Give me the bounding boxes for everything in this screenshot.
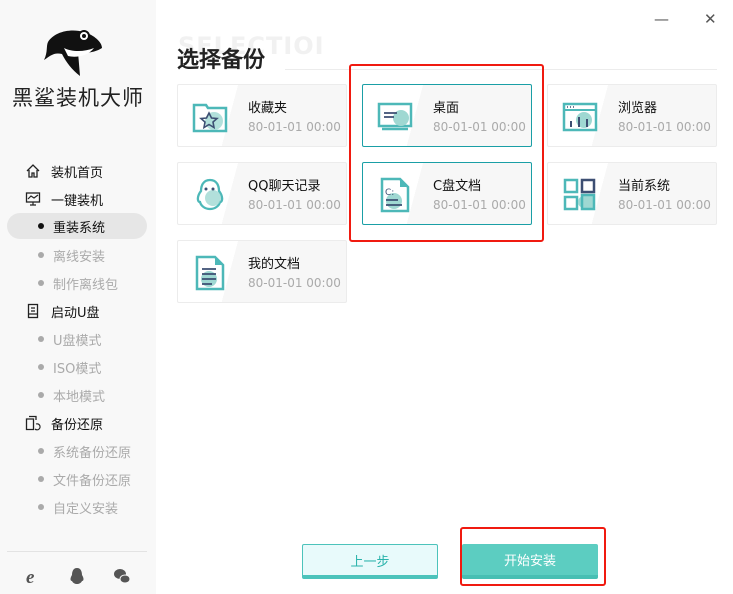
backup-card[interactable]: 收藏夹 80-01-01 00:00 [177, 84, 347, 147]
sidebar-item[interactable]: 系统备份还原 [0, 438, 156, 464]
bullet-icon [38, 476, 44, 482]
sidebar-item-label: 重装系统 [53, 220, 106, 236]
previous-step-button[interactable]: 上一步 [302, 544, 438, 579]
system-grid-icon [562, 177, 598, 213]
card-time: 80-01-01 00:00 [248, 276, 341, 290]
sidebar-item[interactable]: 一键装机 [0, 186, 156, 212]
backup-card[interactable]: 当前系统 80-01-01 00:00 [547, 162, 717, 225]
sidebar-item-label: 系统备份还原 [53, 445, 132, 461]
sidebar-item-label: 启动U盘 [51, 305, 100, 321]
card-name: 我的文档 [248, 257, 301, 272]
sidebar-divider [7, 551, 147, 552]
backup-card[interactable]: 浏览器 80-01-01 00:00 [547, 84, 717, 147]
bullet-icon [38, 392, 44, 398]
sidebar-item[interactable]: 启动U盘 [0, 298, 156, 324]
minimize-button[interactable]: — [654, 10, 669, 28]
bullet-icon [38, 504, 44, 510]
sidebar-item[interactable]: 文件备份还原 [0, 466, 156, 492]
bullet-icon [38, 280, 44, 286]
sidebar-item-label: 备份还原 [51, 417, 104, 433]
sidebar-item[interactable]: ISO模式 [0, 354, 156, 380]
sidebar-item[interactable]: 重装系统 [7, 213, 147, 239]
backup-restore-icon [25, 415, 43, 431]
card-time: 80-01-01 00:00 [618, 198, 711, 212]
sidebar-item-label: 一键装机 [51, 193, 104, 209]
sidebar-item-label: 文件备份还原 [53, 473, 132, 489]
sidebar-item[interactable]: 本地模式 [0, 382, 156, 408]
sidebar-item[interactable]: 离线安装 [0, 242, 156, 268]
close-button[interactable]: ✕ [704, 10, 717, 28]
page-title: 选择备份 [177, 48, 266, 73]
card-name: QQ聊天记录 [248, 179, 321, 194]
qq-icon [192, 177, 228, 213]
sidebar-item[interactable]: 备份还原 [0, 410, 156, 436]
monitor-icon [25, 191, 43, 207]
home-icon [25, 163, 43, 179]
sidebar-item-label: 本地模式 [53, 389, 106, 405]
card-name: 收藏夹 [248, 101, 288, 116]
backup-card[interactable]: QQ聊天记录 80-01-01 00:00 [177, 162, 347, 225]
sidebar: 黑鲨装机大师 装机首页一键装机重装系统离线安装制作离线包启动U盘 U盘模式 ISO模… [0, 0, 156, 594]
sidebar-item-label: 离线安装 [53, 249, 106, 265]
card-name: 当前系统 [618, 179, 671, 194]
card-time: 80-01-01 00:00 [618, 120, 711, 134]
usb-icon [25, 303, 43, 319]
start-install-button[interactable]: 开始安装 [462, 544, 598, 579]
favorites-folder-icon [192, 99, 228, 135]
backup-card[interactable]: 我的文档 80-01-01 00:00 [177, 240, 347, 303]
bullet-icon [38, 336, 44, 342]
sidebar-item[interactable]: 装机首页 [0, 158, 156, 184]
ie-browser-icon[interactable]: e [23, 566, 43, 586]
sidebar-item-label: 装机首页 [51, 165, 104, 181]
bullet-icon [38, 252, 44, 258]
document-icon [192, 255, 228, 291]
sidebar-item-label: 自定义安装 [53, 501, 119, 517]
highlight-box-selected-cards [349, 64, 544, 242]
qq-icon[interactable] [67, 566, 87, 586]
svg-text:e: e [26, 567, 35, 586]
browser-icon [562, 99, 598, 135]
wechat-icon[interactable] [112, 566, 132, 586]
sidebar-item[interactable]: 制作离线包 [0, 270, 156, 296]
card-time: 80-01-01 00:00 [248, 120, 341, 134]
brand-name: 黑鲨装机大师 [12, 86, 144, 110]
sidebar-item[interactable]: 自定义安装 [0, 494, 156, 520]
sidebar-item-label: ISO模式 [53, 361, 102, 377]
sidebar-item[interactable]: U盘模式 [0, 326, 156, 352]
bullet-icon [38, 223, 44, 229]
sidebar-item-label: 制作离线包 [53, 277, 119, 293]
shark-logo [44, 30, 102, 76]
bullet-icon [38, 448, 44, 454]
bullet-icon [38, 364, 44, 370]
sidebar-item-label: U盘模式 [53, 333, 102, 349]
card-time: 80-01-01 00:00 [248, 198, 341, 212]
card-name: 浏览器 [618, 101, 658, 116]
